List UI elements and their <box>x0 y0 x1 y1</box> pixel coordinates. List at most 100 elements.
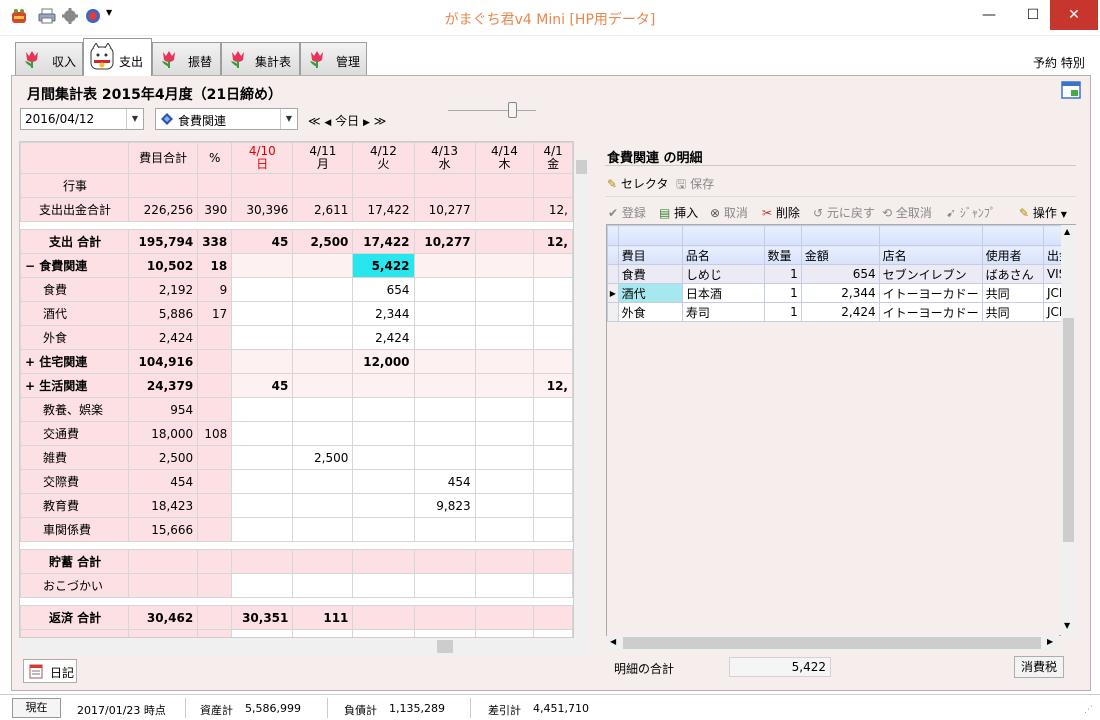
grid-cell[interactable]: 45 <box>231 229 294 254</box>
detail-cell[interactable]: 2,424 <box>800 302 880 322</box>
detail-cell[interactable]: 日本酒 <box>681 283 765 303</box>
grid-cell[interactable] <box>231 349 294 374</box>
grid-header-cell[interactable]: % <box>197 142 233 174</box>
scroll-thumb[interactable] <box>623 637 1041 649</box>
grid-cell[interactable] <box>231 629 294 637</box>
grid-cell[interactable] <box>292 253 354 278</box>
grid-cell[interactable]: 17,422 <box>352 229 415 254</box>
detail-row[interactable]: ▶ 酒代 日本酒 1 2,344 イトーヨーカドー 共同 JCB <box>607 283 1075 303</box>
grid-cell[interactable] <box>292 549 354 574</box>
grid-cell[interactable] <box>352 469 415 494</box>
row-label[interactable]: 行事 <box>20 173 130 198</box>
grid-cell[interactable] <box>474 573 535 598</box>
detail-cell[interactable]: 食費 <box>617 264 683 284</box>
grid-cell[interactable]: 2,424 <box>128 325 199 350</box>
register-button[interactable]: ✔ 登録 <box>608 204 646 221</box>
grid-cell[interactable] <box>533 573 573 598</box>
grid-cell[interactable]: 954 <box>128 397 199 422</box>
grid-cell[interactable] <box>197 373 233 398</box>
next-double-button[interactable]: ≫ <box>374 114 387 128</box>
detail-row[interactable]: 外食 寿司 1 2,424 イトーヨーカドー 共同 JCB <box>607 302 1075 322</box>
grid-cell[interactable]: 10,277 <box>413 197 476 222</box>
grid-cell[interactable] <box>413 325 476 350</box>
grid-cell[interactable] <box>413 349 476 374</box>
grid-cell[interactable] <box>413 549 476 574</box>
grid-cell[interactable]: 12, <box>533 373 573 398</box>
grid-cell[interactable] <box>231 253 294 278</box>
grid-cell[interactable] <box>231 173 294 198</box>
row-label[interactable]: 支出出金合計 <box>20 197 130 222</box>
grid-cell[interactable] <box>474 605 535 630</box>
slider-thumb[interactable] <box>508 102 517 118</box>
selector-button[interactable]: ✎ セレクタ <box>607 175 668 192</box>
grid-cell[interactable] <box>128 573 199 598</box>
grid-cell[interactable] <box>474 549 535 574</box>
column-header[interactable]: 数量 <box>763 245 802 265</box>
category-select[interactable]: 食費関連 ▼ <box>155 108 298 130</box>
grid-cell[interactable]: 454 <box>413 469 476 494</box>
grid-cell[interactable]: 9,823 <box>413 493 476 518</box>
minimize-button[interactable]: — <box>966 0 1012 30</box>
tab-income[interactable]: 収入 <box>15 42 83 75</box>
today-button[interactable]: 今日 <box>335 114 359 128</box>
grid-cell[interactable] <box>474 397 535 422</box>
grid-cell[interactable] <box>533 469 573 494</box>
grid-cell[interactable] <box>533 325 573 350</box>
column-header[interactable]: 使用者 <box>981 245 1044 265</box>
grid-cell[interactable] <box>413 517 476 542</box>
detail-cell[interactable]: ばあさん <box>981 264 1044 284</box>
grid-cell[interactable] <box>474 445 535 470</box>
grid-cell[interactable]: 2,500 <box>128 445 199 470</box>
save-button[interactable]: 🖫 保存 <box>676 175 714 196</box>
scroll-down-arrow[interactable]: ▼ <box>1064 621 1070 630</box>
grid-cell[interactable] <box>231 277 294 302</box>
grid-cell[interactable] <box>533 397 573 422</box>
cancel-button[interactable]: ⊗ 取消 <box>710 204 748 221</box>
grid-cell[interactable] <box>533 173 573 198</box>
grid-cell[interactable] <box>413 421 476 446</box>
detail-vertical-scrollbar[interactable]: ▲ ▼ <box>1061 225 1076 636</box>
grid-cell[interactable] <box>197 469 233 494</box>
grid-cell[interactable]: 2,500 <box>292 229 354 254</box>
grid-cell[interactable] <box>413 397 476 422</box>
grid-cell[interactable]: 12, <box>533 229 573 254</box>
grid-cell[interactable] <box>533 277 573 302</box>
grid-cell[interactable] <box>197 517 233 542</box>
grid-cell[interactable] <box>533 517 573 542</box>
grid-cell[interactable] <box>413 573 476 598</box>
grid-cell[interactable] <box>533 349 573 374</box>
grid-cell[interactable]: 111 <box>292 605 354 630</box>
grid-cell[interactable]: 18,423 <box>128 493 199 518</box>
revert-button[interactable]: ↺ 元に戻す <box>813 204 875 221</box>
row-label[interactable]: 車関係費 <box>20 517 130 542</box>
row-label[interactable]: 教養、娯楽 <box>20 397 130 422</box>
grid-settings-icon[interactable] <box>1061 80 1081 100</box>
row-label[interactable]: + 住宅関連 <box>20 349 130 374</box>
grid-cell[interactable] <box>474 493 535 518</box>
grid-cell[interactable]: 2,344 <box>352 301 415 326</box>
detail-cell[interactable]: イトーヨーカドー <box>878 302 983 322</box>
grid-cell[interactable] <box>197 605 233 630</box>
grid-cell[interactable] <box>413 629 476 637</box>
row-label[interactable]: 支出 合計 <box>20 229 130 254</box>
grid-cell[interactable] <box>231 325 294 350</box>
detail-cell[interactable]: 654 <box>800 264 880 284</box>
grid-cell[interactable] <box>352 629 415 637</box>
scroll-thumb[interactable] <box>1063 318 1074 542</box>
reservation-link[interactable]: 予約 <box>1033 56 1057 70</box>
row-label[interactable]: 貯蓄 合計 <box>20 549 130 574</box>
grid-cell[interactable] <box>352 173 415 198</box>
grid-cell[interactable]: 18 <box>197 253 233 278</box>
grid-cell[interactable] <box>292 277 354 302</box>
detail-cell[interactable]: 酒代 <box>617 283 683 303</box>
row-label[interactable]: 雑費 <box>20 445 130 470</box>
prev-button[interactable]: ◀ <box>324 118 331 128</box>
grid-cell[interactable]: 108 <box>197 421 233 446</box>
grid-cell[interactable] <box>197 325 233 350</box>
grid-cell[interactable]: 5,886 <box>128 301 199 326</box>
grid-cell[interactable] <box>352 605 415 630</box>
row-label[interactable]: 酒代 <box>20 301 130 326</box>
chevron-down-icon[interactable]: ▼ <box>126 109 143 129</box>
grid-cell[interactable] <box>474 469 535 494</box>
grid-cell[interactable]: 18,000 <box>128 421 199 446</box>
